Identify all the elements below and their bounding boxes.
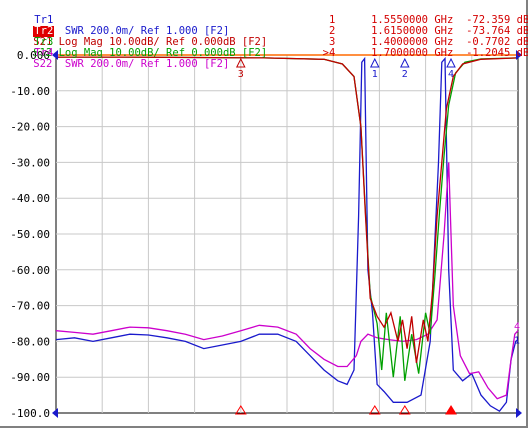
y-tick-label: -40.00 (10, 192, 50, 205)
y-tick-label: -10.00 (10, 85, 50, 98)
y-tick-label: -50.00 (10, 228, 50, 241)
marker-label: 4 (448, 69, 454, 80)
trace-end-label-1: 1 (514, 336, 520, 347)
trace-legend-4[interactable]: Tr4 S22 SWR 200.0m/ Ref 1.000 [F2] (8, 37, 229, 81)
marker-label: 1 (372, 69, 378, 80)
y-tick-label: -30.00 (10, 156, 50, 169)
marker-readout-4: >4 1.7000000 GHz -1.2045 dB (288, 37, 528, 70)
trace-text: S22 SWR 200.0m/ Ref 1.000 [F2] (33, 58, 230, 70)
ref-arrow-left-bottom-icon (52, 408, 58, 418)
y-tick-label: -60.00 (10, 264, 50, 277)
y-tick-label: -90.00 (10, 371, 50, 384)
marker-value: -1.2045 dB (466, 47, 528, 59)
marker-label: 3 (238, 69, 244, 80)
marker-id: >4 (322, 47, 336, 59)
marker-frequency: 1.7000000 GHz (371, 47, 454, 59)
y-tick-label: -100.0 (10, 407, 50, 420)
marker-label: 2 (402, 69, 408, 80)
ref-arrow-right-bottom-icon (516, 408, 522, 418)
trace-end-label-4: 4 (514, 322, 520, 333)
y-tick-label: -70.00 (10, 300, 50, 313)
y-tick-label: -20.00 (10, 121, 50, 134)
analyzer-display: 0.000 -10.00 -20.00 -30.00 -40.00 -50.00 -60.0… (0, 0, 528, 428)
y-tick-label: -80.00 (10, 335, 50, 348)
